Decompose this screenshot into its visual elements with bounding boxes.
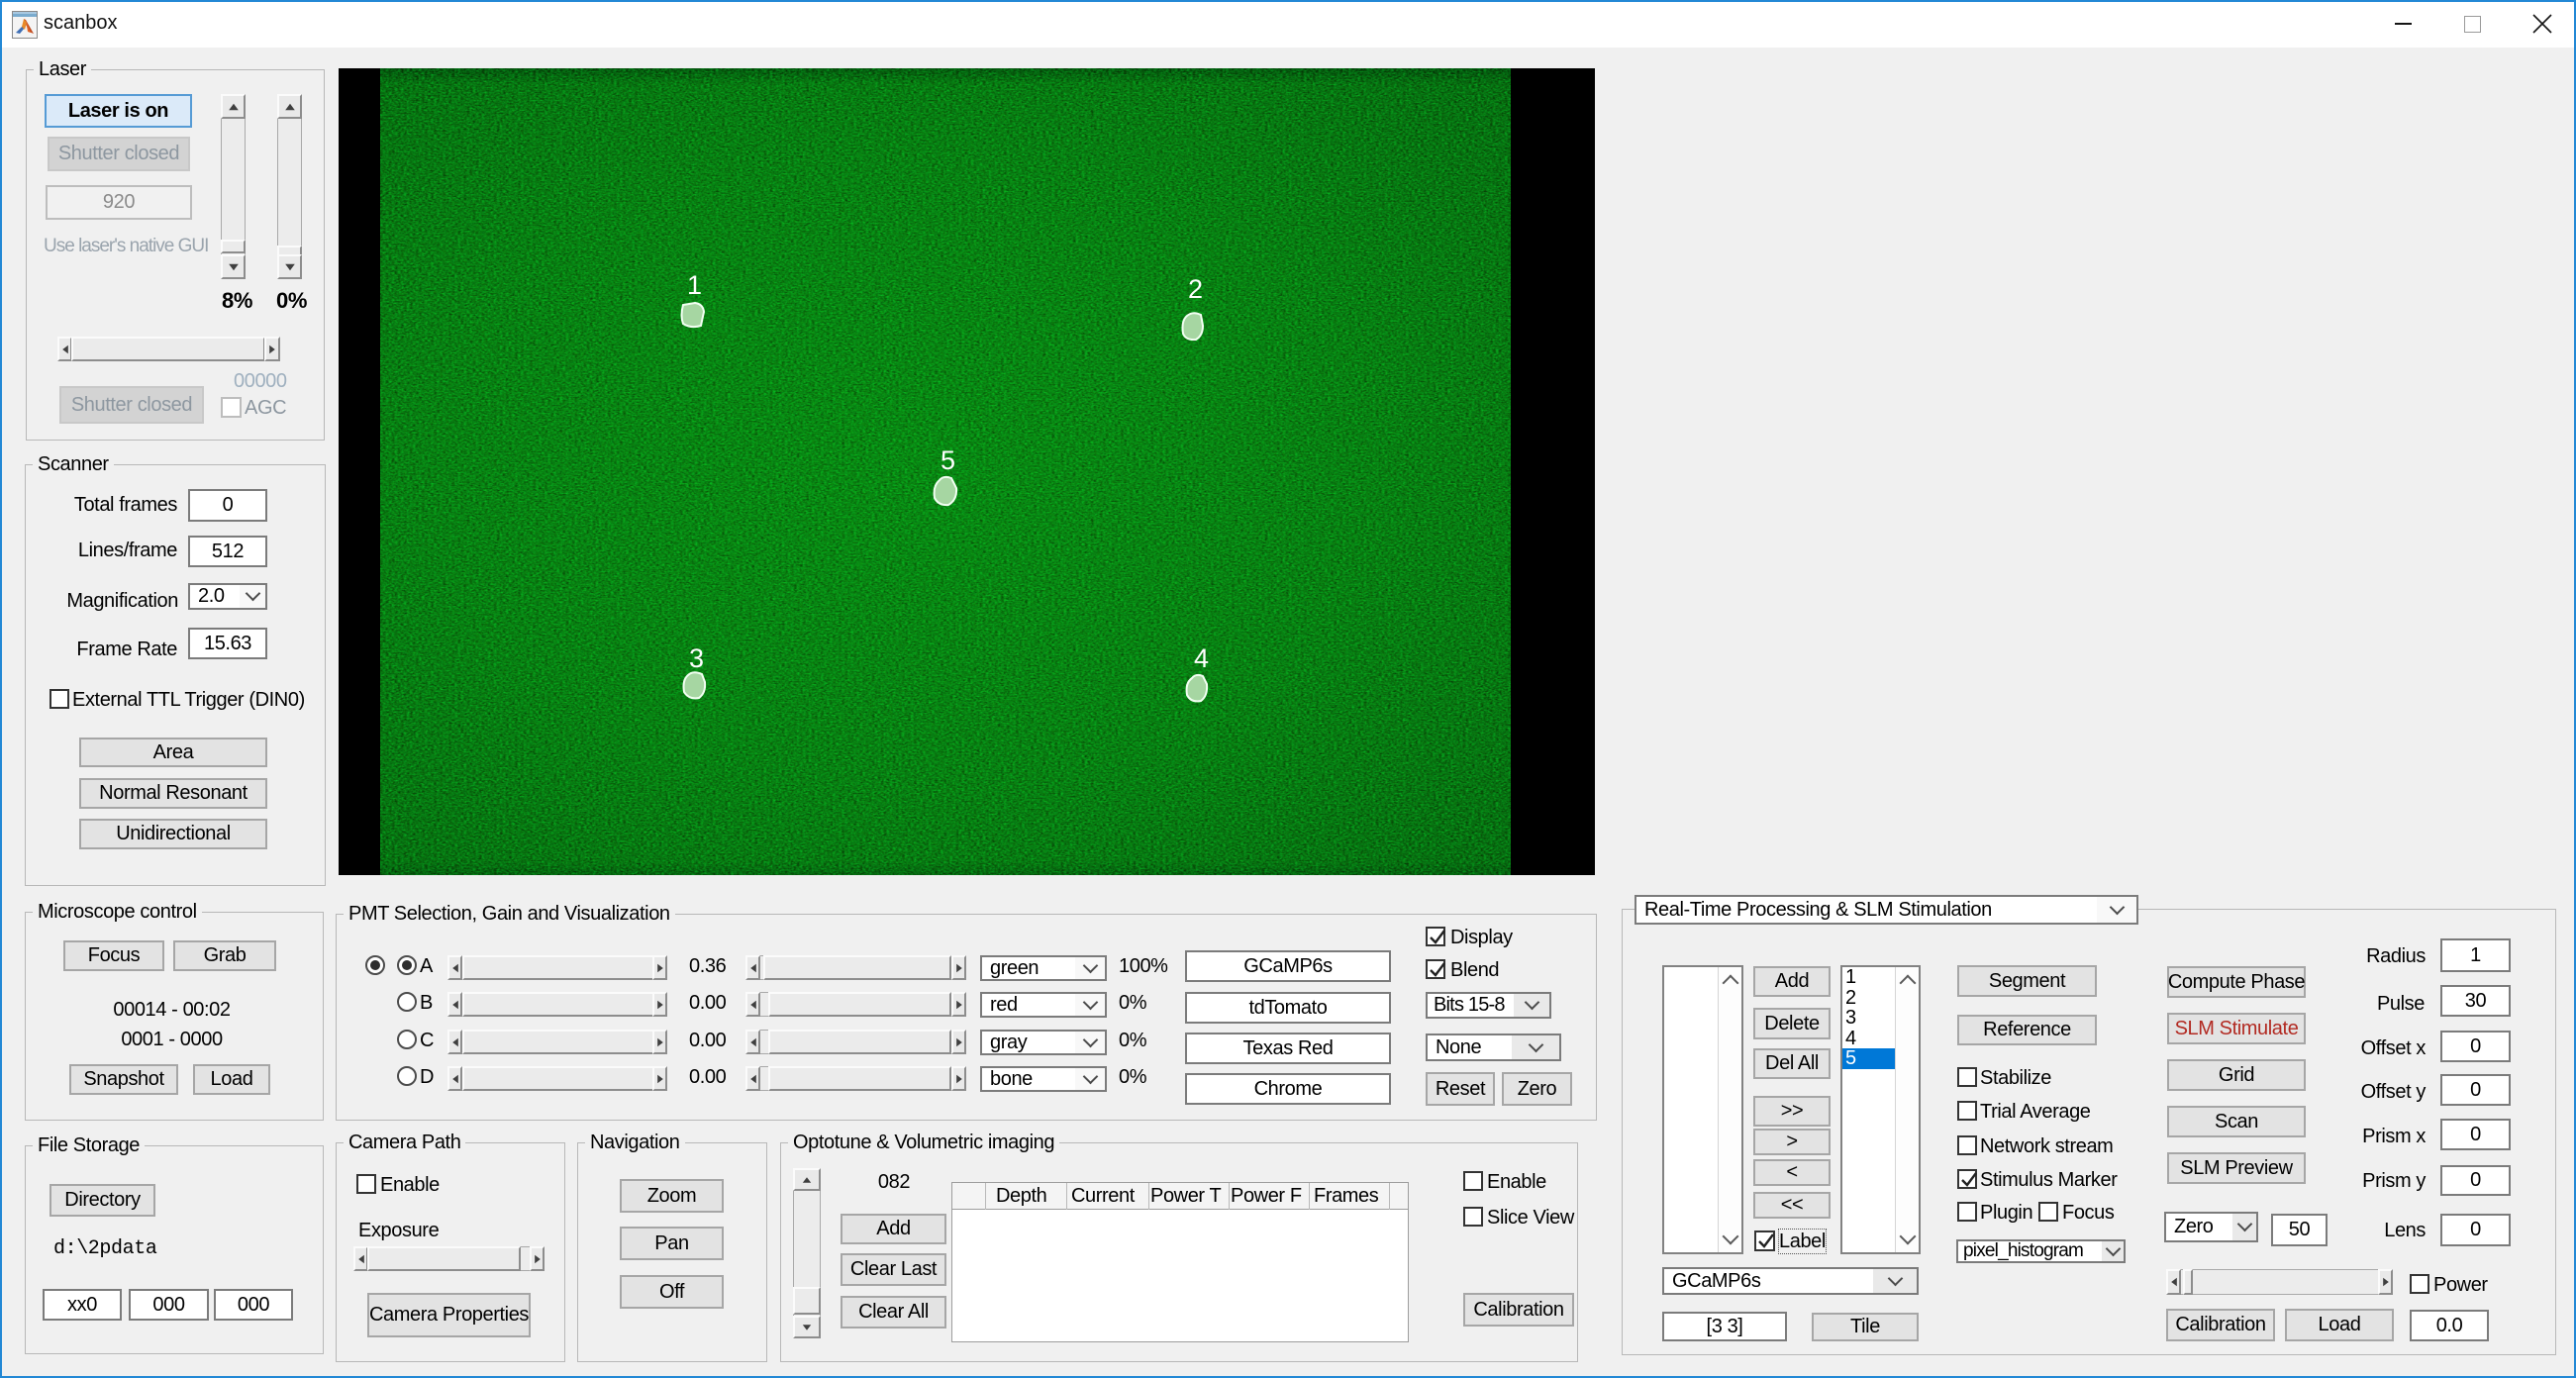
svg-text:1: 1 (687, 270, 702, 300)
svg-text:4: 4 (1194, 643, 1209, 673)
svg-text:2: 2 (1188, 274, 1203, 304)
svg-text:5: 5 (941, 445, 955, 475)
svg-text:3: 3 (689, 643, 704, 673)
